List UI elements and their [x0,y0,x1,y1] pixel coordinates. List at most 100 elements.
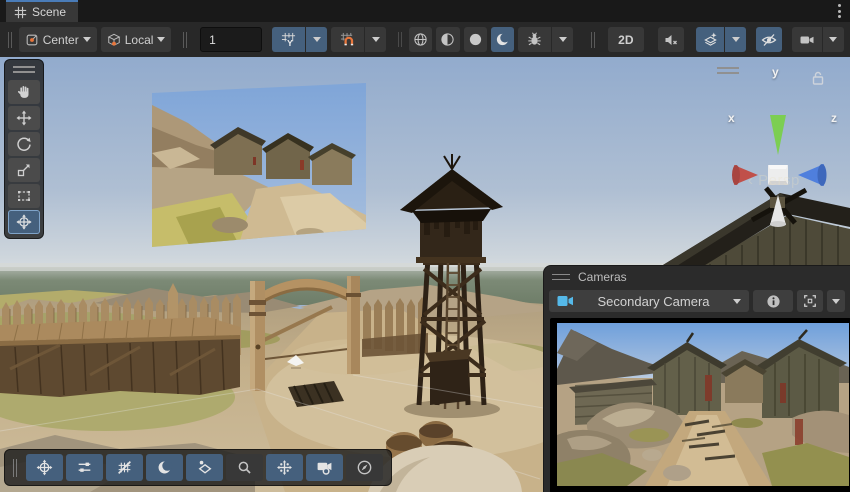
maximize-frame-icon [803,294,817,308]
snap-magnet-icon [340,32,355,47]
search-button[interactable] [226,454,263,481]
scene-viewport[interactable]: y x z ‹ Persp [0,57,850,492]
cameras-panel-handle[interactable] [552,274,570,280]
snap-settings-button[interactable] [331,27,364,52]
tools-overlay-handle[interactable] [13,66,35,73]
video-camera-icon [316,459,333,476]
pivot-mode-label: Center [43,33,79,47]
shading-wireframe-button[interactable] [409,27,432,52]
scene-effects-button[interactable] [696,27,724,52]
chevron-down-icon [83,37,91,42]
scene-lighting-button[interactable] [491,27,514,52]
camera-info-button[interactable] [753,290,793,312]
grid-slash-icon [116,459,133,476]
bottom-toolbar-handle[interactable] [13,459,14,477]
transform-gizmo-icon [36,459,53,476]
tab-scene-label: Scene [32,5,66,19]
camera-options-dropdown[interactable] [827,290,845,312]
moon-icon [156,459,173,476]
cube-local-icon [107,33,121,47]
snap-move-button[interactable] [266,454,303,481]
snap-settings-dropdown[interactable] [365,27,386,52]
cameras-panel-header[interactable]: Cameras [544,266,850,288]
scene-effects-dropdown[interactable] [725,27,746,52]
gizmos-toggle-button[interactable] [186,454,223,481]
chevron-down-icon [157,37,165,42]
rotate-tool-button[interactable] [8,132,40,156]
camera-maximize-button[interactable] [797,290,823,312]
unity-scene-view: Scene Center [0,0,850,492]
move-tool-button[interactable] [8,106,40,130]
move-dots-icon [276,459,293,476]
audio-toggle-button[interactable] [658,27,685,52]
selected-camera-label: Secondary Camera [582,294,725,309]
tab-scene[interactable]: Scene [6,0,78,22]
main-toolbar: Center Local [0,22,850,57]
camera-icon [799,32,815,48]
snap-increment-input[interactable] [200,27,262,52]
svg-text:Y: Y [287,38,293,47]
scene-lighting-toggle-button[interactable] [146,454,183,481]
chevron-left-icon: ‹ [748,172,758,189]
lock-icon[interactable] [812,71,824,85]
gizmo-overlay-handle[interactable] [717,67,739,74]
camera-cyan-icon [557,294,574,308]
axis-x-label[interactable]: x [728,111,735,125]
view-tool-button[interactable] [8,80,40,104]
rect-tool-button[interactable] [8,184,40,208]
grid-visibility-button[interactable] [106,454,143,481]
tab-bar: Scene [0,0,850,22]
orientation-gizmo-overlay: y x z ‹ Persp [700,59,848,194]
grid-snap-y-icon: Y [281,32,296,47]
wire-sphere-icon [413,32,428,47]
shading-shaded-button[interactable] [464,27,487,52]
hand-icon [16,84,32,100]
gizmos-diamond-icon [196,459,213,476]
grid-icon [14,6,27,19]
transform-tool-button[interactable] [8,210,40,234]
scale-tool-button[interactable] [8,158,40,182]
half-sphere-icon [440,32,455,47]
rect-icon [16,188,32,204]
rotate-icon [16,136,32,152]
cameras-overlay-toggle-button[interactable] [306,454,343,481]
scene-visibility-button[interactable] [756,27,782,52]
filled-sphere-icon [468,32,483,47]
transform-icon [16,214,32,230]
shading-shaded-wireframe-button[interactable] [436,27,459,52]
toolbar-drag-handle[interactable] [8,32,9,48]
orientation-dropdown[interactable]: Local [101,27,172,52]
search-icon [236,459,253,476]
camera-select-dropdown[interactable]: Secondary Camera [549,290,749,312]
mode-2d-label: 2D [618,33,633,47]
info-icon [766,294,781,309]
grid-snapping-button[interactable]: Y [272,27,305,52]
cameras-panel: Cameras Secondary Camera [543,265,850,492]
mode-2d-button[interactable]: 2D [608,27,643,52]
pivot-mode-dropdown[interactable]: Center [19,27,97,52]
projection-mode-label[interactable]: ‹ Persp [748,172,800,189]
grid-snapping-dropdown[interactable] [306,27,327,52]
moon-icon [495,32,510,47]
audio-muted-icon [663,32,679,48]
camera-preview-render [557,323,849,486]
camera-preview [550,318,850,492]
toolbar-group-separator [183,32,184,48]
camera-settings-dropdown[interactable] [823,27,844,52]
scale-icon [16,162,32,178]
sliders-icon [76,459,93,476]
camera-frustum-preview [152,83,366,247]
axis-z-label[interactable]: z [831,111,837,125]
axis-y-label[interactable]: y [772,65,779,79]
camera-settings-button[interactable] [792,27,822,52]
effects-layers-icon [703,32,718,47]
navigation-compass-button[interactable] [346,454,383,481]
chevron-down-icon [733,299,741,304]
tab-menu-icon[interactable] [828,0,850,22]
tool-settings-button[interactable] [66,454,103,481]
debug-draw-dropdown[interactable] [552,27,573,52]
tools-overlay [4,59,44,239]
transform-gizmo-button[interactable] [26,454,63,481]
compass-icon [356,459,373,476]
debug-draw-button[interactable] [518,27,551,52]
